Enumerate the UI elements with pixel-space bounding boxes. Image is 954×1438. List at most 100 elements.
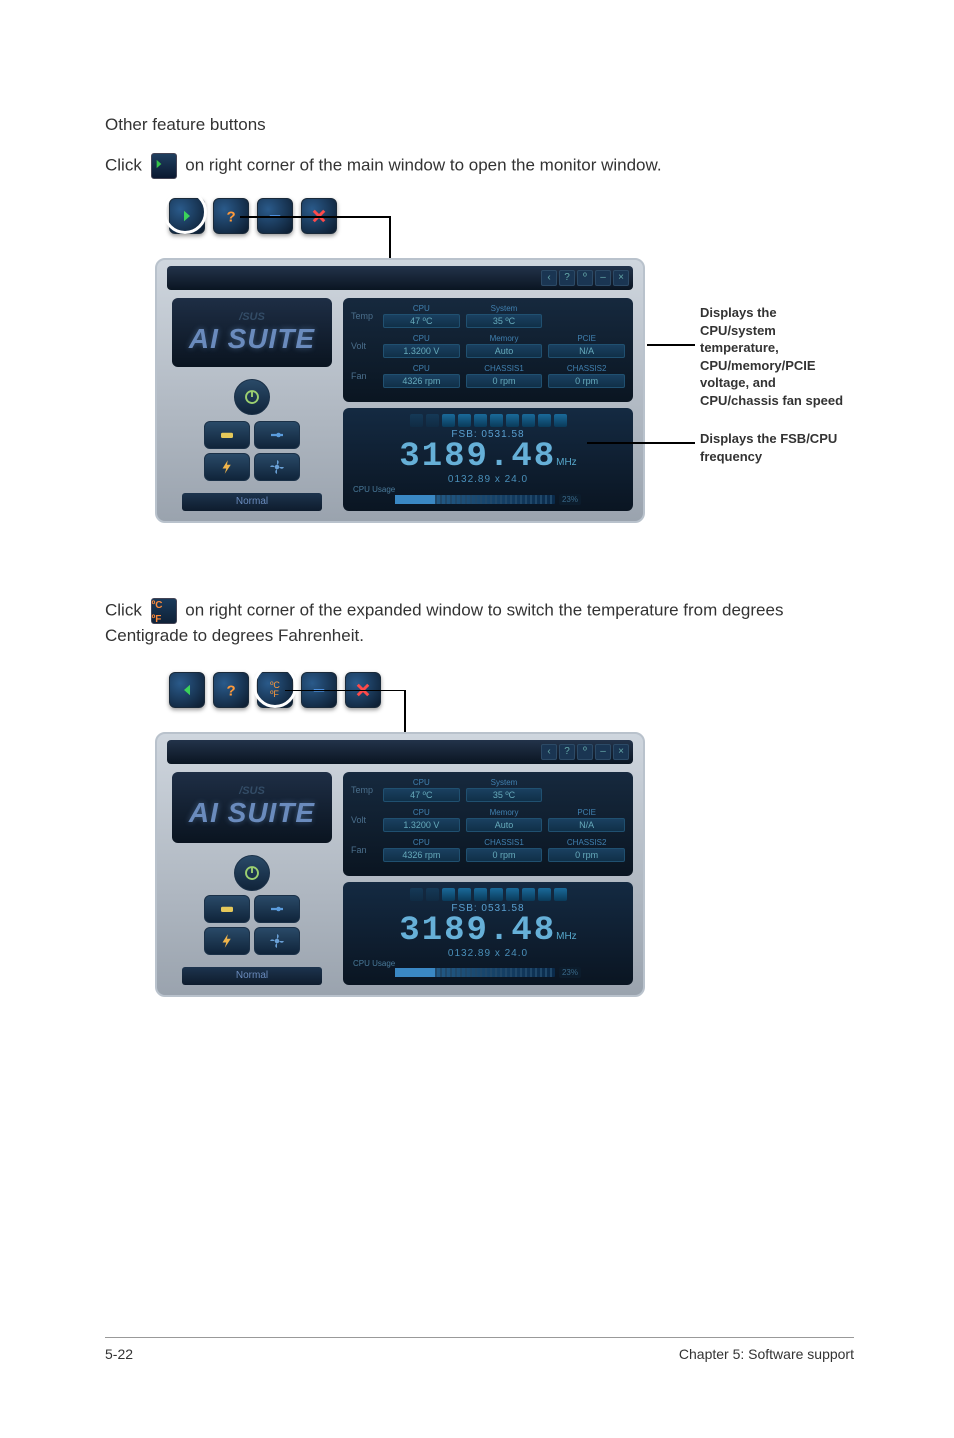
paragraph-2: Click ºCºF on right corner of the expand…	[105, 598, 854, 648]
help-icon[interactable]: ?	[213, 672, 249, 708]
cpu-frequency: 3189.48	[399, 914, 556, 948]
cpu-frequency: 3189.48	[399, 440, 556, 474]
mhz-label: MHz	[556, 457, 577, 468]
figure-2: ? ºCºF ‹ ? º – × /SUS AI SUITE	[155, 668, 854, 997]
stat-value: 35 ºC	[466, 788, 543, 802]
tuner-icon[interactable]	[204, 421, 250, 449]
fan-icon[interactable]	[254, 927, 300, 955]
row-label: Volt	[351, 815, 377, 825]
row-label: Fan	[351, 371, 377, 381]
panel-window-controls: ‹ ? º – ×	[167, 740, 633, 764]
tool-cluster	[172, 851, 332, 959]
col-header: CHASSIS2	[548, 364, 625, 373]
energy-icon[interactable]	[204, 927, 250, 955]
col-header: Memory	[466, 334, 543, 343]
col-header: CPU	[383, 838, 460, 847]
volt-row: Volt CPU1.3200 V MemoryAuto PCIEN/A	[351, 334, 625, 358]
load-blocks	[410, 414, 567, 427]
panel-window-controls: ‹ ? º – ×	[167, 266, 633, 290]
stat-value: 47 ºC	[383, 788, 460, 802]
svg-text:?: ?	[227, 682, 236, 699]
brand-label: /SUS	[239, 785, 265, 797]
stat-value: 47 ºC	[383, 314, 460, 328]
logo-box: /SUS AI SUITE	[172, 298, 332, 367]
expand-right-icon[interactable]	[169, 198, 205, 234]
page-footer: 5-22 Chapter 5: Software support	[105, 1337, 854, 1362]
power-icon[interactable]	[234, 855, 270, 891]
stat-value: 35 ºC	[466, 314, 543, 328]
callout-stats: Displays the CPU/system temperature, CPU…	[700, 304, 854, 409]
cpu-usage-bar: 23%	[395, 968, 581, 978]
cpu-usage-bar: 23%	[395, 494, 581, 504]
svg-text:?: ?	[227, 208, 236, 225]
col-header: CPU	[383, 334, 460, 343]
stat-value: N/A	[548, 344, 625, 358]
ai-suite-panel-2: ‹ ? º – × /SUS AI SUITE Nor	[155, 732, 645, 997]
page-number: 5-22	[105, 1346, 133, 1362]
col-header: CPU	[383, 364, 460, 373]
frequency-box: FSB: 0531.58 3189.48 MHz 0132.89 x 24.0 …	[343, 408, 633, 511]
para2-post: on right corner of the expanded window t…	[105, 600, 783, 645]
brand-label: /SUS	[239, 311, 265, 323]
mini-help-icon[interactable]: ?	[559, 270, 575, 286]
panel-right-column: Temp CPU47 ºC System35 ºC .. Volt CPU1.3…	[343, 772, 633, 985]
section-heading: Other feature buttons	[105, 115, 854, 135]
mini-close-icon[interactable]: ×	[613, 270, 629, 286]
tuner-icon[interactable]	[204, 895, 250, 923]
logo-box: /SUS AI SUITE	[172, 772, 332, 843]
load-blocks	[410, 888, 567, 901]
mini-help-icon[interactable]: ?	[559, 744, 575, 760]
col-header: Memory	[466, 808, 543, 817]
cpu-usage-pct: 23%	[559, 967, 581, 978]
mini-minimize-icon[interactable]: –	[595, 270, 611, 286]
temp-unit-icon: ºCºF	[151, 598, 177, 624]
panel-right-column: Temp CPU47 ºC System35 ºC .. Volt CPU1.3…	[343, 298, 633, 511]
power-icon[interactable]	[234, 379, 270, 415]
volt-row: Volt CPU1.3200 V MemoryAuto PCIEN/A	[351, 808, 625, 832]
mini-back-icon[interactable]: ‹	[541, 744, 557, 760]
suite-label: AI SUITE	[189, 323, 315, 355]
stats-box: Temp CPU47 ºC System35 ºC .. Volt CPU1.3…	[343, 298, 633, 402]
fan-row: Fan CPU4326 rpm CHASSIS10 rpm CHASSIS20 …	[351, 838, 625, 862]
paragraph-1: Click on right corner of the main window…	[105, 153, 854, 179]
cpu-usage-label: CPU Usage	[353, 959, 623, 968]
leader-line	[389, 216, 391, 264]
col-header: System	[466, 778, 543, 787]
stat-value: Auto	[466, 344, 543, 358]
right-arrow-icon	[151, 153, 177, 179]
row-label: Temp	[351, 311, 377, 321]
col-header: System	[466, 304, 543, 313]
mini-close-icon[interactable]: ×	[613, 744, 629, 760]
fan-icon[interactable]	[254, 453, 300, 481]
leader-line	[240, 216, 390, 218]
stat-value: Auto	[466, 818, 543, 832]
mini-temp-icon[interactable]: º	[577, 744, 593, 760]
para1-post: on right corner of the main window to op…	[185, 155, 661, 174]
mini-temp-icon[interactable]: º	[577, 270, 593, 286]
stat-value: 0 rpm	[466, 848, 543, 862]
temp-row: Temp CPU47 ºC System35 ºC ..	[351, 778, 625, 802]
col-header: CHASSIS2	[548, 838, 625, 847]
panel-left-column: /SUS AI SUITE Normal	[167, 772, 337, 985]
stat-value: 1.3200 V	[383, 344, 460, 358]
para2-pre: Click	[105, 600, 147, 619]
callout-freq: Displays the FSB/CPU frequency	[700, 430, 854, 465]
multiplier-line: 0132.89 x 24.0	[448, 474, 528, 485]
slider-icon[interactable]	[254, 895, 300, 923]
tool-cluster	[172, 375, 332, 485]
mini-minimize-icon[interactable]: –	[595, 744, 611, 760]
energy-icon[interactable]	[204, 453, 250, 481]
temp-row: Temp CPU47 ºC System35 ºC ..	[351, 304, 625, 328]
col-header: CHASSIS1	[466, 838, 543, 847]
chapter-label: Chapter 5: Software support	[679, 1346, 854, 1362]
stat-value: 4326 rpm	[383, 374, 460, 388]
stat-value: N/A	[548, 818, 625, 832]
col-header: CPU	[383, 304, 460, 313]
stat-value: 1.3200 V	[383, 818, 460, 832]
ai-suite-panel: ‹ ? º – × /SUS AI SUITE Nor	[155, 258, 645, 523]
slider-icon[interactable]	[254, 421, 300, 449]
col-header: CPU	[383, 808, 460, 817]
fan-row: Fan CPU4326 rpm CHASSIS10 rpm CHASSIS20 …	[351, 364, 625, 388]
mini-back-icon[interactable]: ‹	[541, 270, 557, 286]
expand-left-icon[interactable]	[169, 672, 205, 708]
